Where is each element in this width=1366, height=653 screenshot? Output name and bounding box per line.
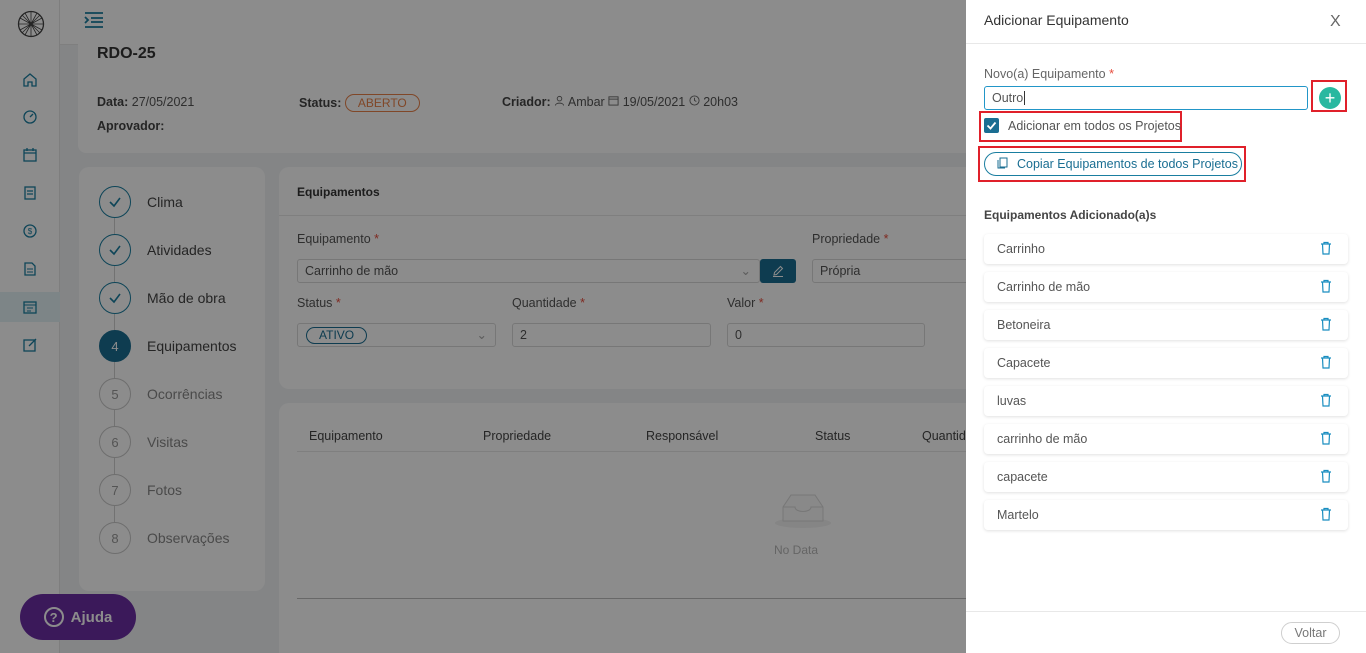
equipment-item: Carrinho de mão (984, 272, 1348, 302)
trash-icon[interactable] (1320, 241, 1332, 255)
close-icon[interactable]: X (1330, 13, 1341, 31)
equipment-item: capacete (984, 462, 1348, 492)
equipment-item: Betoneira (984, 310, 1348, 340)
trash-icon[interactable] (1320, 431, 1332, 445)
new-equipment-value: Outro (992, 91, 1024, 105)
checkbox-label: Adicionar em todos os Projetos (1008, 118, 1182, 133)
copy-button-label: Copiar Equipamentos de todos Projetos (1017, 157, 1238, 171)
new-equipment-label: Novo(a) Equipamento * (984, 67, 1114, 81)
checkbox-checked-icon[interactable] (984, 118, 999, 133)
equipment-item: Martelo (984, 500, 1348, 530)
back-button[interactable]: Voltar (1281, 622, 1340, 644)
add-equipment-button[interactable]: + (1319, 87, 1341, 109)
trash-icon[interactable] (1320, 393, 1332, 407)
equipment-item-name: Capacete (997, 356, 1051, 370)
equipment-item: carrinho de mão (984, 424, 1348, 454)
trash-icon[interactable] (1320, 507, 1332, 521)
trash-icon[interactable] (1320, 279, 1332, 293)
copy-equipment-button[interactable]: Copiar Equipamentos de todos Projetos (984, 152, 1242, 176)
copy-icon (997, 157, 1008, 172)
equipment-item-name: Betoneira (997, 318, 1051, 332)
trash-icon[interactable] (1320, 355, 1332, 369)
add-equipment-drawer: Adicionar Equipamento X Novo(a) Equipame… (966, 0, 1366, 653)
drawer-title: Adicionar Equipamento (984, 12, 1129, 28)
added-equipment-title: Equipamentos Adicionado(a)s (984, 208, 1157, 222)
divider (966, 43, 1366, 44)
new-equipment-input[interactable]: Outro (984, 86, 1308, 110)
plus-icon: + (1324, 88, 1336, 108)
equipment-item-name: Carrinho (997, 242, 1045, 256)
add-all-projects-checkbox-row[interactable]: Adicionar em todos os Projetos (984, 118, 1181, 133)
equipment-item: Capacete (984, 348, 1348, 378)
equipment-item-name: luvas (997, 394, 1027, 408)
trash-icon[interactable] (1320, 317, 1332, 331)
equipment-item-name: carrinho de mão (997, 432, 1088, 446)
trash-icon[interactable] (1320, 469, 1332, 483)
divider (966, 611, 1366, 612)
equipment-item: luvas (984, 386, 1348, 416)
modal-overlay[interactable] (0, 0, 966, 653)
equipment-item: Carrinho (984, 234, 1348, 264)
equipment-item-name: Martelo (997, 508, 1039, 522)
equipment-item-name: capacete (997, 470, 1048, 484)
equipment-item-name: Carrinho de mão (997, 280, 1091, 294)
